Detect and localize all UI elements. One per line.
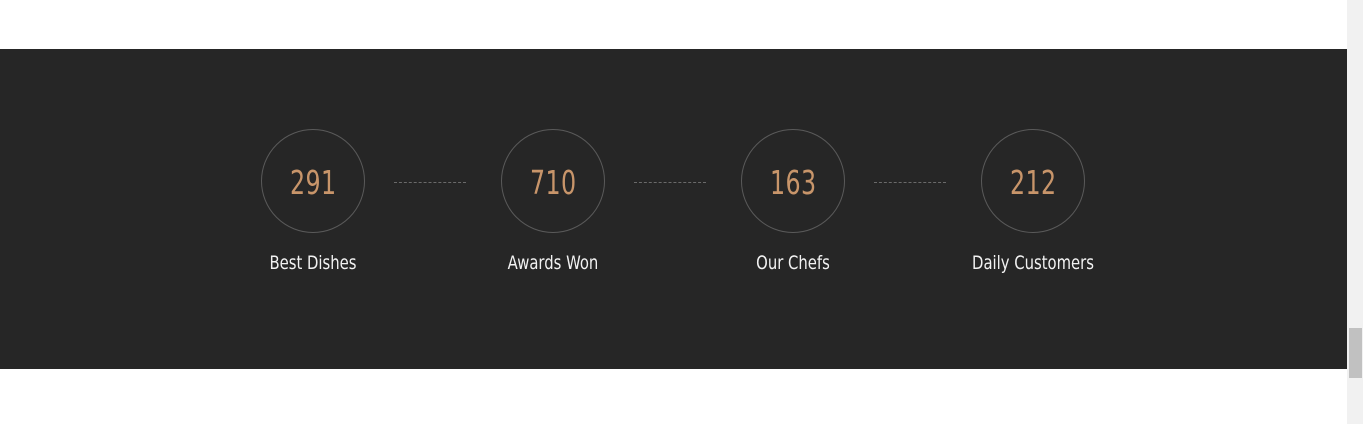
dashed-connector [634,182,706,183]
top-whitespace [0,0,1347,49]
page: 291 Best Dishes 710 Awards Won 163 Our C… [0,0,1363,424]
bottom-whitespace [0,369,1347,424]
stat-label: Daily Customers [972,252,1094,274]
scrollbar-thumb[interactable] [1349,328,1362,378]
stat-label: Our Chefs [756,252,830,274]
stat-label: Best Dishes [269,252,357,274]
stat-our-chefs: 163 Our Chefs [713,49,873,369]
stat-circle: 212 [981,129,1085,233]
stat-circle: 291 [261,129,365,233]
dashed-connector [874,182,946,183]
stat-number: 710 [529,162,577,202]
dashed-connector [394,182,466,183]
stat-circle: 163 [741,129,845,233]
stat-number: 291 [289,162,337,202]
stats-counter-section: 291 Best Dishes 710 Awards Won 163 Our C… [0,49,1347,369]
stat-awards-won: 710 Awards Won [473,49,633,369]
stat-daily-customers: 212 Daily Customers [953,49,1113,369]
stat-number: 212 [1009,162,1057,202]
stat-best-dishes: 291 Best Dishes [233,49,393,369]
stat-circle: 710 [501,129,605,233]
stat-number: 163 [769,162,817,202]
stat-label: Awards Won [507,252,599,274]
